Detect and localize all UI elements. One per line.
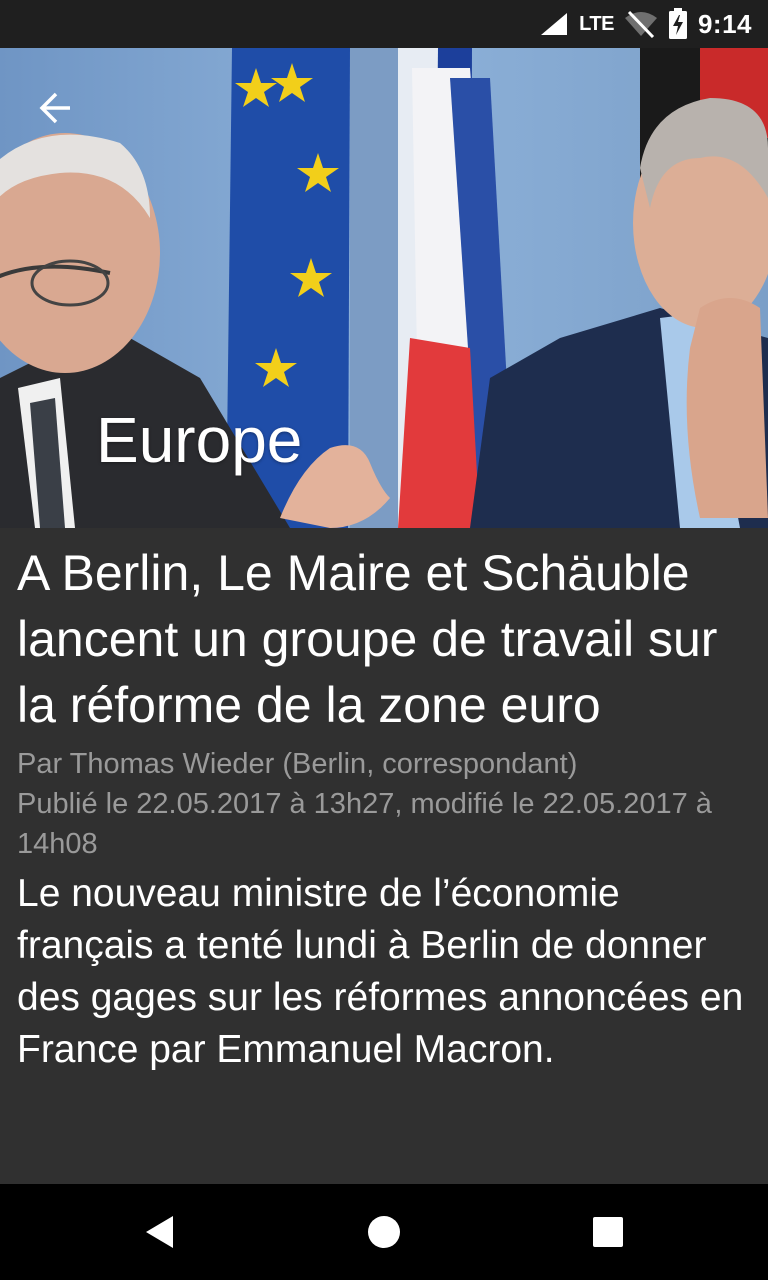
nav-back-button[interactable] <box>130 1202 190 1262</box>
status-icons: LTE 9:14 <box>539 0 752 48</box>
nav-recents-button[interactable] <box>578 1202 638 1262</box>
nav-home-button[interactable] <box>354 1202 414 1262</box>
status-bar: LTE 9:14 <box>0 0 768 48</box>
recents-square-icon <box>593 1217 623 1247</box>
battery-charging-icon <box>668 8 688 40</box>
article-lead: Le nouveau ministre de l’économie frança… <box>17 872 744 1071</box>
wifi-off-icon <box>624 10 658 38</box>
home-circle-icon <box>368 1216 400 1248</box>
section-title: Europe <box>96 404 303 476</box>
arrow-back-icon <box>39 92 70 124</box>
lte-icon: LTE <box>579 12 614 35</box>
navigation-bar <box>0 1184 768 1280</box>
article-byline: Par Thomas Wieder (Berlin, correspondant… <box>17 748 578 780</box>
back-triangle-icon <box>146 1216 173 1248</box>
back-button[interactable] <box>26 78 86 138</box>
article-content[interactable]: A Berlin, Le Maire et Schäuble lancent u… <box>0 528 768 1184</box>
signal-icon <box>539 11 569 37</box>
article-headline: A Berlin, Le Maire et Schäuble lancent u… <box>17 545 718 733</box>
hero-image: Europe <box>0 48 768 528</box>
status-time: 9:14 <box>697 8 752 39</box>
app-screen: LTE 9:14 Europe A Berlin, Le Maire et Sc… <box>0 0 768 1280</box>
article-dateline: Publié le 22.05.2017 à 13h27, modifié le… <box>17 788 712 860</box>
